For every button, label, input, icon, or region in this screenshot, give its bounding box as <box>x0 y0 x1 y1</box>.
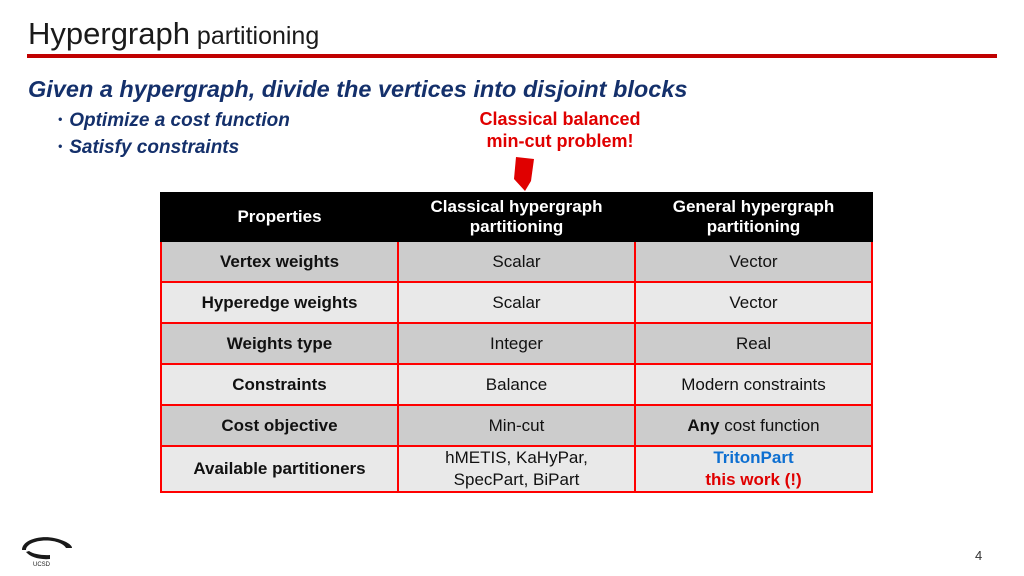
bullet-item-1: • Optimize a cost function <box>58 110 290 137</box>
ucsd-logo-icon: UCSD <box>22 537 72 568</box>
table-row: Available partitioners hMETIS, KaHyPar, … <box>160 445 873 493</box>
cell-property-weights-type: Weights type <box>160 322 399 365</box>
comparison-table: Properties Classical hypergraph partitio… <box>160 192 873 493</box>
cell-classical-cost-objective: Min-cut <box>397 404 636 447</box>
cell-classical-hyperedge-weights: Scalar <box>397 281 636 324</box>
cell-general-vertex-weights: Vector <box>634 240 873 283</box>
table-row: Hyperedge weights Scalar Vector <box>160 281 873 324</box>
svg-text:UCSD: UCSD <box>33 562 51 568</box>
table-row: Vertex weights Scalar Vector <box>160 240 873 283</box>
cost-objective-rest-label: cost function <box>719 415 820 435</box>
table-row: Weights type Integer Real <box>160 322 873 365</box>
cell-property-cost-objective: Cost objective <box>160 404 399 447</box>
cell-general-available-partitioners: TritonPart this work (!) <box>634 445 873 493</box>
cell-property-vertex-weights: Vertex weights <box>160 240 399 283</box>
classical-partitioners-line-1: hMETIS, KaHyPar, <box>445 448 588 467</box>
callout-arrow-icon <box>514 157 534 191</box>
bullet-marker-icon: • <box>58 112 63 126</box>
cell-classical-weights-type: Integer <box>397 322 636 365</box>
cell-general-cost-objective: Any cost function <box>634 404 873 447</box>
tritonpart-label: TritonPart <box>713 448 794 467</box>
column-header-general: General hypergraph partitioning <box>634 192 873 242</box>
headline-text: Given a hypergraph, divide the vertices … <box>28 76 688 102</box>
table-row: Cost objective Min-cut Any cost function <box>160 404 873 447</box>
bullet-list: • Optimize a cost function • Satisfy con… <box>58 110 290 164</box>
bullet-item-1-label: Optimize a cost function <box>69 110 290 131</box>
comparison-table-container: Properties Classical hypergraph partitio… <box>160 192 873 493</box>
page-title: Hypergraph partitioning <box>28 16 319 52</box>
page-number: 4 <box>975 548 983 563</box>
this-work-label: this work (!) <box>705 470 802 489</box>
page-title-main: Hypergraph <box>28 16 190 51</box>
cell-classical-available-partitioners: hMETIS, KaHyPar, SpecPart, BiPart <box>397 445 636 493</box>
page-title-sub: partitioning <box>189 22 320 50</box>
callout-text: Classical balanced min-cut problem! <box>452 108 668 152</box>
cell-general-constraints: Modern constraints <box>634 363 873 406</box>
bullet-item-2: • Satisfy constraints <box>58 137 290 164</box>
cell-general-weights-type: Real <box>634 322 873 365</box>
classical-partitioners-line-2: SpecPart, BiPart <box>453 470 580 489</box>
callout-line-1: Classical balanced <box>479 109 641 129</box>
callout-line-2: min-cut problem! <box>486 131 634 151</box>
cost-objective-any-label: Any <box>687 415 720 435</box>
bullet-item-2-label: Satisfy constraints <box>69 137 240 158</box>
table-row: Constraints Balance Modern constraints <box>160 363 873 406</box>
column-header-properties: Properties <box>160 192 399 242</box>
cell-property-hyperedge-weights: Hyperedge weights <box>160 281 399 324</box>
cell-general-hyperedge-weights: Vector <box>634 281 873 324</box>
cell-classical-vertex-weights: Scalar <box>397 240 636 283</box>
cell-classical-constraints: Balance <box>397 363 636 406</box>
title-divider <box>27 54 997 58</box>
cell-property-constraints: Constraints <box>160 363 399 406</box>
table-header-row: Properties Classical hypergraph partitio… <box>160 192 873 242</box>
bullet-marker-icon: • <box>58 139 63 153</box>
column-header-classical: Classical hypergraph partitioning <box>397 192 636 242</box>
cell-property-available-partitioners: Available partitioners <box>160 445 399 493</box>
